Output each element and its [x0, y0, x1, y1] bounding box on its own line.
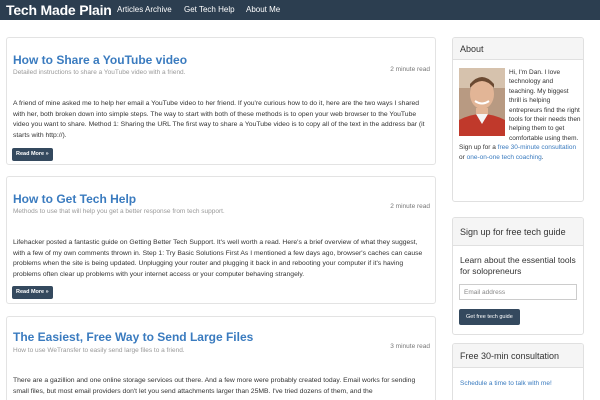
- consultation-heading: Free 30-min consultation: [453, 344, 583, 368]
- post-card: How to Get Tech Help Methods to use that…: [6, 176, 436, 304]
- top-navbar: Tech Made Plain Articles Archive Get Tec…: [0, 0, 600, 20]
- signup-heading: Sign up for free tech guide: [453, 218, 583, 246]
- post-card: How to Share a YouTube video Detailed in…: [6, 37, 436, 165]
- nav-about-me[interactable]: About Me: [246, 0, 280, 20]
- post-title[interactable]: How to Get Tech Help: [13, 192, 136, 206]
- free-consultation-link[interactable]: free 30-minute consultation: [498, 144, 576, 151]
- tech-coaching-link[interactable]: one-on-one tech coaching: [467, 154, 542, 161]
- read-more-button[interactable]: Read More »: [12, 148, 53, 161]
- post-excerpt: There are a gazillion and one online sto…: [13, 377, 416, 395]
- site-brand-link[interactable]: Tech Made Plain: [6, 1, 112, 19]
- post-excerpt: A friend of mine asked me to help her em…: [13, 100, 425, 139]
- post-read-time: 3 minute read: [390, 343, 430, 350]
- about-heading: About: [453, 38, 583, 60]
- about-widget: About Hi, I'm Dan. I love technology and…: [452, 37, 584, 202]
- post-subtitle: Methods to use that will help you get a …: [13, 208, 225, 215]
- email-field[interactable]: [459, 284, 577, 300]
- post-title[interactable]: How to Share a YouTube video: [13, 53, 187, 67]
- nav-articles-archive[interactable]: Articles Archive: [117, 0, 172, 20]
- nav-get-tech-help[interactable]: Get Tech Help: [184, 0, 235, 20]
- post-subtitle: Detailed instructions to share a YouTube…: [13, 69, 186, 76]
- post-title[interactable]: The Easiest, Free Way to Send Large File…: [13, 330, 253, 344]
- about-or-text: or: [459, 153, 465, 161]
- schedule-consultation-link[interactable]: Schedule a time to talk with me!: [460, 380, 552, 387]
- read-more-button[interactable]: Read More »: [12, 286, 53, 299]
- signup-description: Learn about the essential tools for solo…: [460, 255, 576, 276]
- about-end-punct: .: [541, 153, 544, 161]
- signup-widget: Sign up for free tech guide Learn about …: [452, 217, 584, 335]
- post-read-time: 2 minute read: [390, 203, 430, 210]
- post-read-time: 2 minute read: [390, 66, 430, 73]
- about-bio: Hi, I'm Dan. I love technology and teach…: [509, 69, 581, 142]
- post-excerpt: Lifehacker posted a fantastic guide on G…: [13, 239, 423, 278]
- consultation-widget: Free 30-min consultation Schedule a time…: [452, 343, 584, 400]
- about-signup-prefix: Sign up for a: [459, 144, 496, 152]
- about-text: Hi, I'm Dan. I love technology and teach…: [459, 68, 581, 162]
- post-card: The Easiest, Free Way to Send Large File…: [6, 316, 436, 400]
- post-subtitle: How to use WeTransfer to easily send lar…: [13, 347, 185, 354]
- get-free-guide-button[interactable]: Get free tech guide: [459, 309, 520, 325]
